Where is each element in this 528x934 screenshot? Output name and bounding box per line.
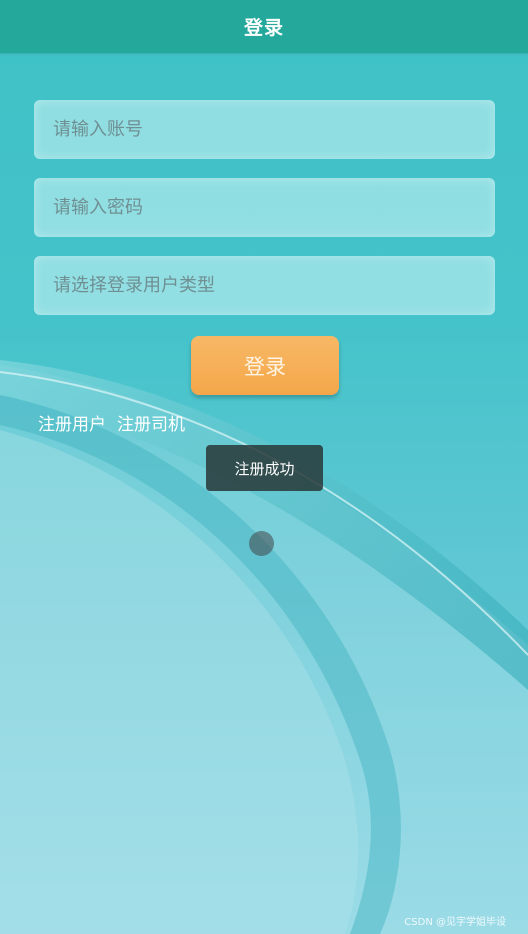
app-header: 登录: [0, 0, 528, 53]
password-input[interactable]: [51, 177, 495, 238]
register-links: 注册用户 注册司机: [38, 410, 185, 435]
login-screen: 登录 登录 注册用户 注册司机 注册成功 CSDN @见字学姐毕设: [0, 0, 528, 934]
user-type-field[interactable]: [34, 255, 495, 316]
register-user-link[interactable]: 注册用户: [38, 410, 106, 435]
account-input[interactable]: [51, 99, 495, 160]
user-type-select[interactable]: [51, 255, 495, 316]
login-button[interactable]: 登录: [191, 336, 339, 395]
page-title: 登录: [243, 17, 284, 39]
register-driver-link[interactable]: 注册司机: [117, 410, 185, 435]
watermark: CSDN @见字学姐毕设: [404, 917, 506, 928]
touch-indicator: [249, 531, 274, 556]
password-field[interactable]: [34, 177, 495, 238]
toast-message: 注册成功: [206, 445, 323, 491]
account-field[interactable]: [34, 99, 495, 160]
